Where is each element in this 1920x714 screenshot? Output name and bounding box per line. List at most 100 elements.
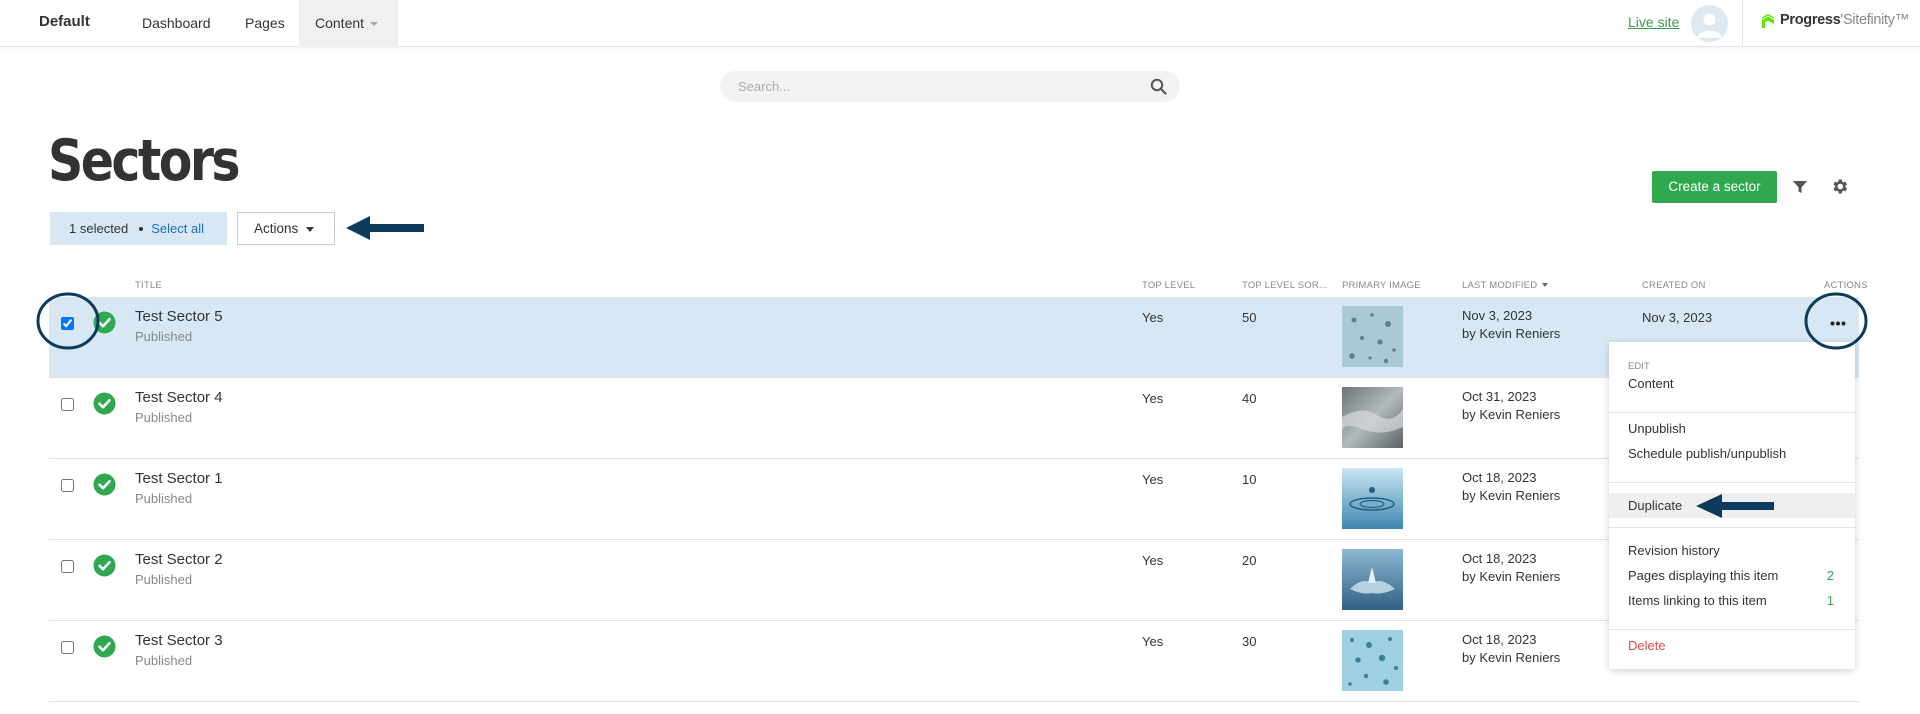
nav-divider — [1742, 0, 1743, 47]
menu-item-pages-displaying[interactable]: Pages displaying this item 2 — [1609, 563, 1855, 588]
user-avatar-icon[interactable] — [1691, 5, 1728, 42]
menu-divider — [1609, 629, 1855, 630]
column-header-primary-image: PRIMARY IMAGE — [1342, 280, 1421, 291]
table-row[interactable]: Test Sector 2 Published Yes 20 Oct 18, 2… — [49, 540, 1859, 621]
nav-content-label: Content — [315, 15, 365, 31]
chevron-down-icon — [306, 226, 315, 232]
annotation-circle-checkbox — [36, 292, 100, 350]
sort-desc-icon — [1542, 283, 1549, 288]
nav-dashboard[interactable]: Dashboard — [142, 0, 211, 47]
progress-logo-icon — [1762, 14, 1774, 28]
column-header-top-level[interactable]: TOP LEVEL — [1142, 280, 1195, 291]
row-sort-order: 50 — [1242, 310, 1257, 325]
column-header-last-modified[interactable]: LAST MODIFIED — [1462, 280, 1549, 291]
menu-item-revision-history[interactable]: Revision history — [1609, 538, 1855, 563]
top-navigation-bar: Default Dashboard Pages Content Live sit… — [0, 0, 1920, 47]
column-header-top-level-sort[interactable]: TOP LEVEL SOR... — [1242, 280, 1327, 291]
check-circle-icon — [93, 554, 116, 577]
items-linking-count: 1 — [1826, 593, 1834, 608]
row-status: Published — [135, 491, 193, 506]
check-circle-icon — [93, 392, 116, 415]
annotation-arrow-duplicate — [1696, 494, 1774, 518]
row-status: Published — [135, 410, 193, 425]
brand-progress: Progress — [1780, 12, 1841, 28]
menu-divider — [1609, 482, 1855, 483]
gear-icon[interactable] — [1830, 177, 1849, 196]
row-modified-by: by Kevin Reniers — [1462, 569, 1561, 584]
menu-item-pages-displaying-label: Pages displaying this item — [1628, 568, 1779, 583]
column-header-title[interactable]: TITLE — [135, 280, 162, 291]
row-status: Published — [135, 329, 193, 344]
row-primary-image — [1342, 387, 1403, 448]
table-row[interactable]: Test Sector 5 Published Yes 50 Nov 3, 20… — [49, 297, 1859, 378]
row-modified-by: by Kevin Reniers — [1462, 488, 1561, 503]
menu-divider — [1609, 527, 1855, 528]
site-name[interactable]: Default — [39, 13, 90, 30]
page-title: Sectors — [48, 128, 241, 194]
row-primary-image — [1342, 468, 1403, 529]
menu-divider — [1609, 412, 1855, 413]
selection-summary: 1 selected Select all — [50, 212, 227, 245]
row-modified-date: Oct 18, 2023 — [1462, 470, 1537, 485]
row-sort-order: 40 — [1242, 391, 1257, 406]
table-row[interactable]: Test Sector 4 Published Yes 40 Oct 31, 2… — [49, 378, 1859, 459]
row-sort-order: 20 — [1242, 553, 1257, 568]
row-checkbox[interactable] — [61, 560, 74, 573]
nav-pages[interactable]: Pages — [245, 0, 285, 47]
row-checkbox[interactable] — [61, 641, 74, 654]
menu-item-content[interactable]: Content — [1609, 371, 1855, 396]
search-input[interactable] — [738, 77, 1138, 96]
selected-count: 1 selected — [69, 221, 129, 236]
search-bar — [720, 71, 1180, 102]
check-circle-icon — [93, 473, 116, 496]
row-last-modified: Nov 3, 2023 by Kevin Reniers — [1462, 307, 1560, 343]
nav-content[interactable]: Content — [299, 0, 398, 47]
column-header-actions: ACTIONS — [1824, 280, 1868, 291]
row-top-level: Yes — [1142, 634, 1164, 649]
check-circle-icon — [93, 635, 116, 658]
table-row[interactable]: Test Sector 1 Published Yes 10 Oct 18, 2… — [49, 459, 1859, 540]
live-site-link[interactable]: Live site — [1628, 14, 1679, 30]
row-checkbox[interactable] — [61, 479, 74, 492]
row-title[interactable]: Test Sector 4 — [135, 389, 223, 406]
bulk-actions-dropdown[interactable]: Actions — [237, 212, 335, 245]
row-modified-date: Oct 31, 2023 — [1462, 389, 1537, 404]
row-last-modified: Oct 18, 2023 by Kevin Reniers — [1462, 631, 1560, 667]
row-title[interactable]: Test Sector 1 — [135, 470, 223, 487]
menu-item-items-linking[interactable]: Items linking to this item 1 — [1609, 588, 1855, 613]
menu-item-delete[interactable]: Delete — [1609, 633, 1855, 658]
row-modified-date: Nov 3, 2023 — [1462, 308, 1533, 323]
row-last-modified: Oct 31, 2023 by Kevin Reniers — [1462, 388, 1560, 424]
row-modified-by: by Kevin Reniers — [1462, 650, 1561, 665]
table-row[interactable]: Test Sector 3 Published Yes 30 Oct 18, 2… — [49, 621, 1859, 702]
row-title[interactable]: Test Sector 2 — [135, 551, 223, 568]
row-modified-date: Oct 18, 2023 — [1462, 632, 1537, 647]
annotation-arrow-actions — [346, 216, 424, 240]
row-sort-order: 10 — [1242, 472, 1257, 487]
column-header-created-on[interactable]: CREATED ON — [1642, 280, 1706, 291]
row-title[interactable]: Test Sector 3 — [135, 632, 223, 649]
row-modified-by: by Kevin Reniers — [1462, 326, 1561, 341]
row-title[interactable]: Test Sector 5 — [135, 308, 223, 325]
row-top-level: Yes — [1142, 391, 1164, 406]
row-top-level: Yes — [1142, 472, 1164, 487]
menu-item-unpublish[interactable]: Unpublish — [1609, 416, 1855, 441]
search-icon[interactable] — [1150, 78, 1167, 95]
row-modified-by: by Kevin Reniers — [1462, 407, 1561, 422]
menu-item-items-linking-label: Items linking to this item — [1628, 593, 1767, 608]
row-top-level: Yes — [1142, 310, 1164, 325]
row-modified-date: Oct 18, 2023 — [1462, 551, 1537, 566]
row-top-level: Yes — [1142, 553, 1164, 568]
row-status: Published — [135, 572, 193, 587]
bulk-actions-label: Actions — [254, 221, 299, 236]
row-sort-order: 30 — [1242, 634, 1257, 649]
create-sector-button[interactable]: Create a sector — [1652, 171, 1777, 203]
filter-icon[interactable] — [1791, 178, 1809, 196]
select-all-link[interactable]: Select all — [151, 221, 204, 236]
row-checkbox[interactable] — [61, 398, 74, 411]
pages-displaying-count: 2 — [1826, 568, 1834, 583]
column-header-last-modified-label: LAST MODIFIED — [1462, 280, 1538, 291]
menu-item-schedule-publish[interactable]: Schedule publish/unpublish — [1609, 441, 1855, 466]
row-last-modified: Oct 18, 2023 by Kevin Reniers — [1462, 469, 1560, 505]
annotation-circle-actions-button — [1804, 292, 1868, 350]
